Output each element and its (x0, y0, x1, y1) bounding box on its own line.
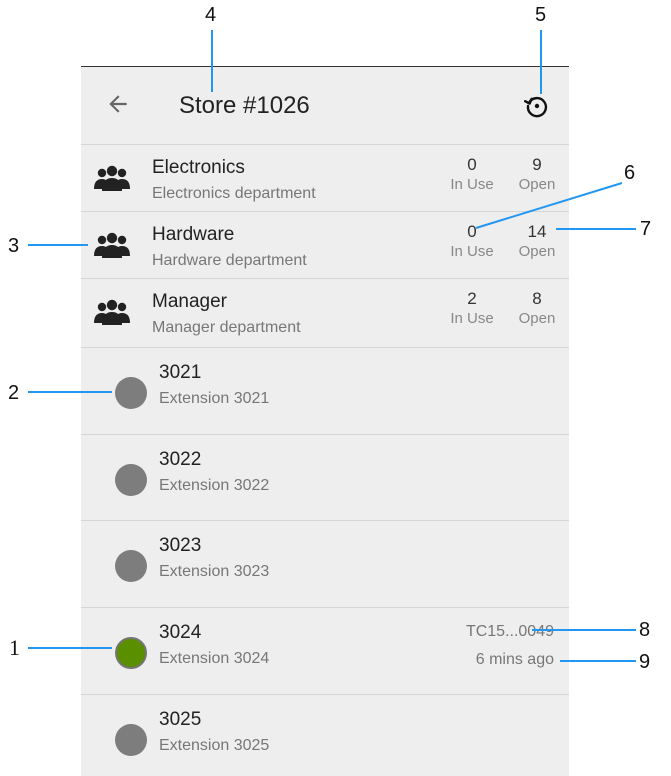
department-description: Hardware department (152, 252, 307, 269)
in-use-label: In Use (450, 243, 494, 260)
open-stat: 9 Open (507, 153, 567, 193)
back-button[interactable] (105, 91, 131, 117)
open-label: Open (518, 176, 556, 193)
group-icon (94, 231, 130, 259)
device-id: TC15...0049 (465, 623, 554, 640)
status-indicator (115, 724, 147, 756)
callout-3: 3 (8, 235, 20, 257)
in-use-count: 0 (467, 155, 477, 174)
status-indicator (115, 377, 147, 409)
open-count: 14 (527, 222, 547, 241)
status-indicator (115, 464, 147, 496)
department-description: Electronics department (152, 185, 316, 202)
department-row-electronics[interactable]: Electronics Electronics department 0 In … (81, 144, 569, 211)
callout-2: 2 (8, 382, 20, 404)
status-indicator-active (115, 637, 147, 669)
extension-row[interactable]: 3025 Extension 3025 (81, 694, 569, 776)
store-screen: Store #1026 Electronics Electronics depa… (81, 66, 569, 776)
arrow-back-icon (109, 95, 127, 113)
callout-6: 6 (624, 162, 636, 184)
open-stat: 14 Open (507, 220, 567, 260)
callout-1: 1 (9, 635, 20, 660)
department-name: Hardware (152, 224, 235, 245)
in-use-stat: 0 In Use (442, 220, 502, 260)
in-use-label: In Use (450, 310, 494, 327)
page-title: Store #1026 (179, 92, 310, 119)
extension-number: 3024 (159, 622, 202, 643)
callout-4: 4 (205, 4, 217, 26)
in-use-stat: 0 In Use (442, 153, 502, 193)
department-description: Manager department (152, 319, 301, 336)
in-use-stat: 2 In Use (442, 287, 502, 327)
callout-7: 7 (640, 218, 652, 240)
extension-description: Extension 3021 (159, 390, 270, 407)
group-icon (94, 164, 130, 192)
in-use-label: In Use (450, 176, 494, 193)
last-seen-time: 6 mins ago (475, 651, 554, 668)
open-label: Open (518, 310, 556, 327)
open-count: 9 (532, 155, 542, 174)
refresh-icon (524, 96, 548, 118)
extension-row[interactable]: 3024 Extension 3024 TC15...0049 6 mins a… (81, 607, 569, 693)
open-stat: 8 Open (507, 287, 567, 327)
department-row-manager[interactable]: Manager Manager department 2 In Use 8 Op… (81, 278, 569, 345)
extension-number: 3023 (159, 535, 202, 556)
extension-description: Extension 3023 (159, 563, 270, 580)
callout-5: 5 (535, 4, 547, 26)
in-use-count: 0 (467, 222, 477, 241)
extension-row[interactable]: 3022 Extension 3022 (81, 434, 569, 520)
extension-description: Extension 3025 (159, 737, 270, 754)
extension-number: 3025 (159, 709, 202, 730)
department-name: Electronics (152, 157, 245, 178)
status-indicator (115, 550, 147, 582)
callout-8: 8 (639, 619, 651, 641)
open-count: 8 (532, 289, 542, 308)
open-label: Open (518, 243, 556, 260)
group-icon (94, 298, 130, 326)
app-bar: Store #1026 (81, 67, 569, 144)
extension-number: 3022 (159, 449, 202, 470)
department-name: Manager (152, 291, 227, 312)
in-use-count: 2 (467, 289, 477, 308)
extension-description: Extension 3022 (159, 477, 270, 494)
extension-number: 3021 (159, 362, 202, 383)
extension-row[interactable]: 3021 Extension 3021 (81, 347, 569, 433)
callout-9: 9 (639, 651, 651, 673)
department-row-hardware[interactable]: Hardware Hardware department 0 In Use 14… (81, 211, 569, 278)
extension-row[interactable]: 3023 Extension 3023 (81, 520, 569, 606)
refresh-button[interactable] (524, 93, 550, 119)
extension-description: Extension 3024 (159, 650, 270, 667)
